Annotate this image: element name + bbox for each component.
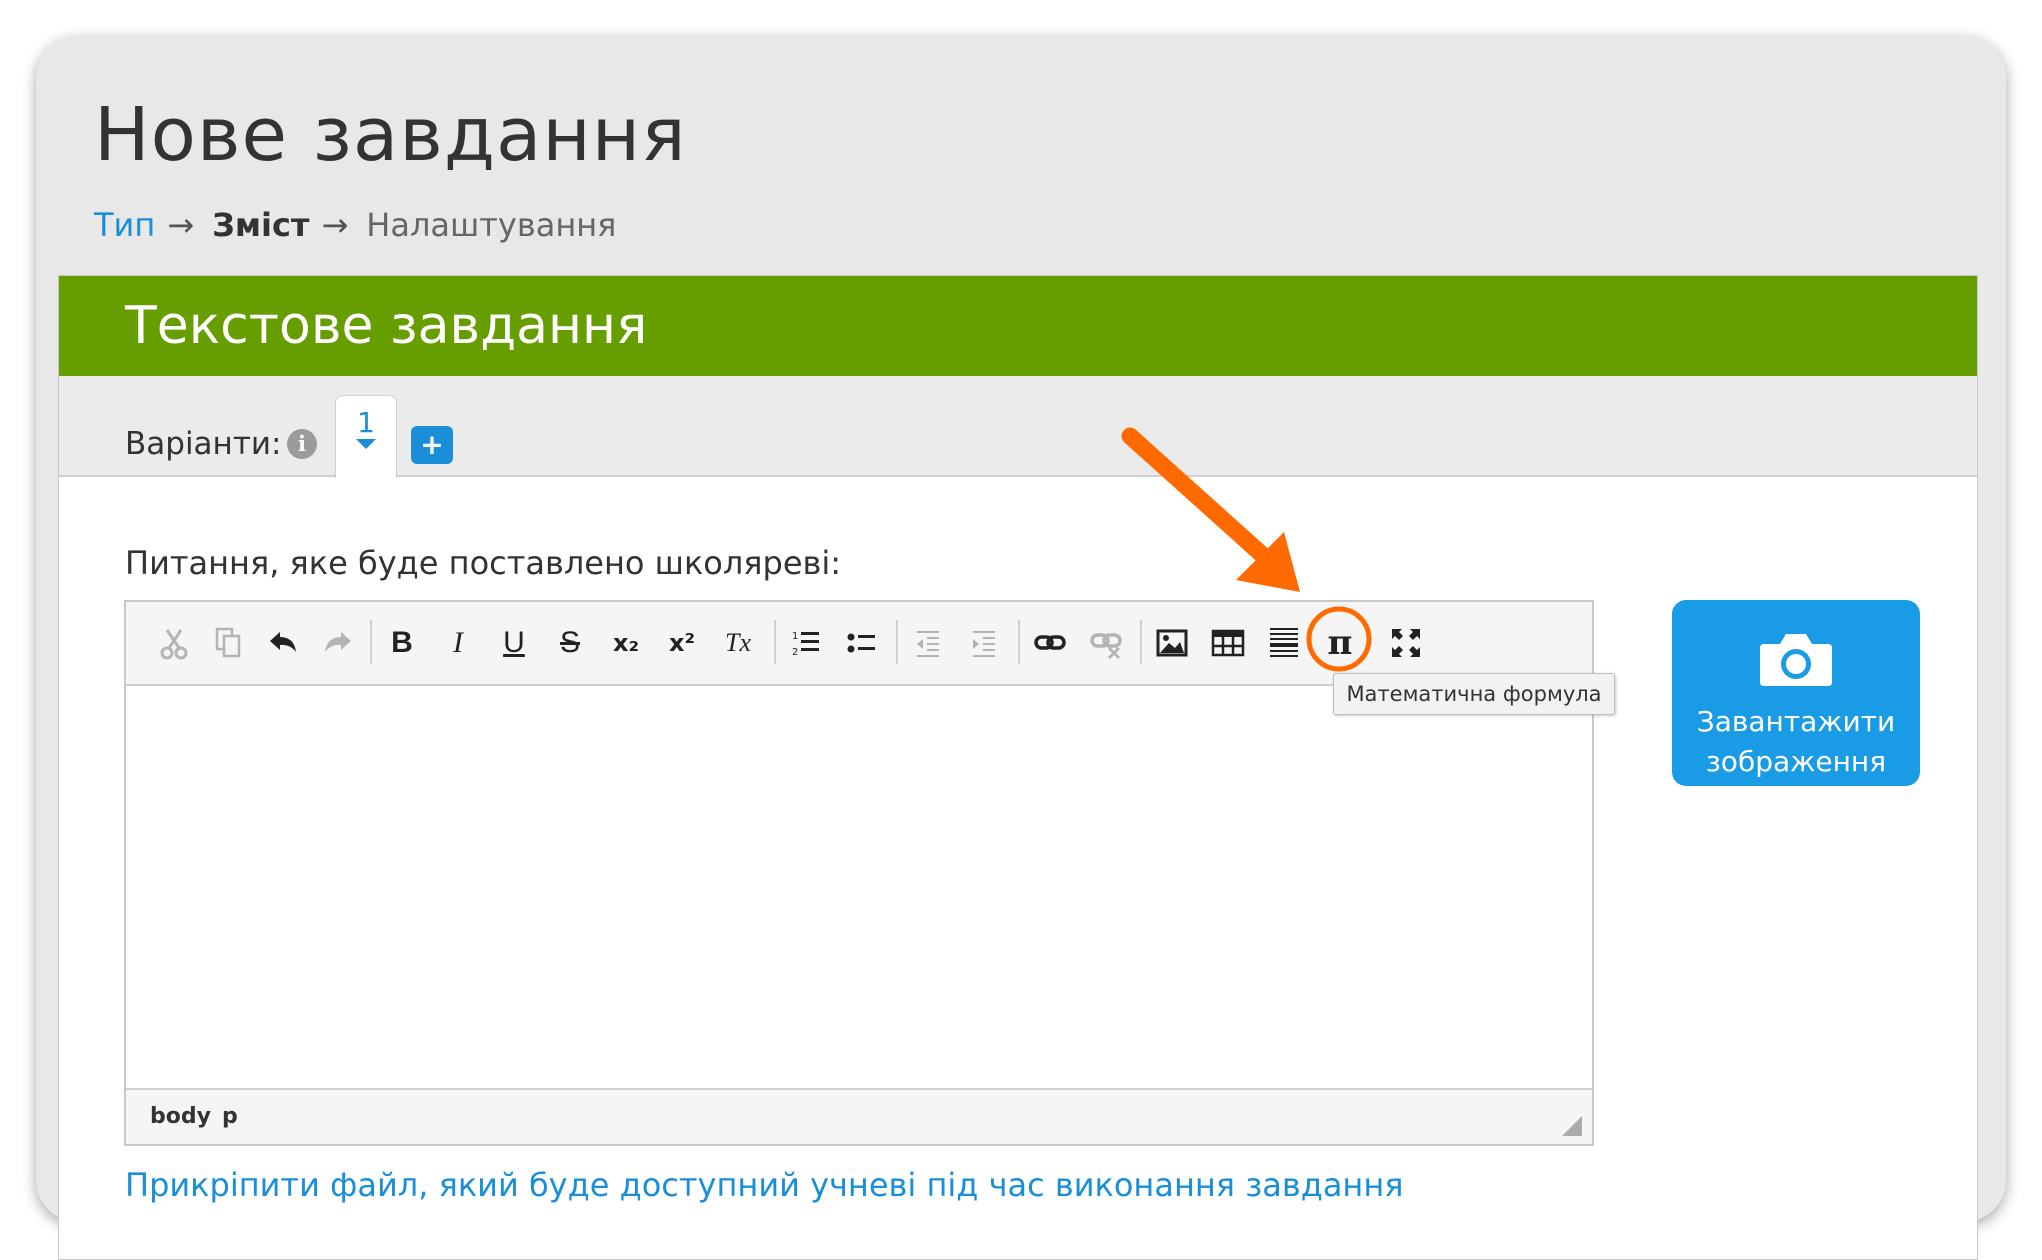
toolbar-divider [1140, 620, 1142, 664]
upload-label-line2: зображення [1705, 745, 1887, 778]
variant-tab-label: 1 [357, 406, 375, 439]
element-path-p[interactable]: p [222, 1104, 238, 1129]
breadcrumb: Тип → Зміст → Налаштування [94, 206, 616, 244]
copy-button[interactable] [208, 622, 248, 664]
variants-bar: Варіанти: i 1 + [59, 376, 1977, 478]
italic-button[interactable]: I [438, 622, 478, 664]
image-button[interactable] [1152, 622, 1192, 664]
horizontal-rule-icon [1270, 628, 1298, 657]
caret-down-icon [356, 439, 376, 449]
maximize-icon [1392, 629, 1420, 657]
breadcrumb-step-type[interactable]: Тип [94, 206, 155, 244]
link-button[interactable] [1030, 622, 1070, 664]
page-title: Нове завдання [94, 92, 687, 178]
subscript-button[interactable]: x₂ [606, 622, 646, 664]
table-button[interactable] [1208, 622, 1248, 664]
numbered-list-button[interactable]: 12 [786, 622, 826, 664]
toolbar-divider [370, 620, 372, 664]
copy-icon [215, 627, 241, 658]
editor-status-bar: body p [126, 1088, 1592, 1144]
bold-button[interactable]: B [382, 622, 422, 664]
breadcrumb-arrow: → [321, 206, 349, 244]
link-icon [1034, 635, 1066, 650]
image-icon [1156, 629, 1188, 657]
resize-grip-icon[interactable] [1562, 1116, 1582, 1136]
numbered-list-icon: 12 [792, 631, 819, 658]
camera-icon [1760, 634, 1832, 686]
variants-label: Варіанти: [125, 426, 282, 462]
strikethrough-button[interactable]: S [550, 622, 590, 664]
unlink-icon [1090, 633, 1122, 660]
math-formula-button[interactable]: π [1320, 622, 1360, 664]
breadcrumb-step-settings: Налаштування [366, 206, 617, 244]
undo-button[interactable] [263, 622, 303, 664]
attach-file-link[interactable]: Прикріпити файл, який буде доступний учн… [125, 1166, 1404, 1204]
upload-image-button[interactable]: Завантажити зображення [1672, 600, 1920, 786]
question-label: Питання, яке буде поставлено школяреві: [125, 544, 842, 582]
svg-text:1: 1 [792, 631, 798, 642]
outdent-button[interactable] [908, 622, 948, 664]
svg-text:2: 2 [792, 647, 798, 658]
editor-content-area[interactable] [126, 686, 1592, 1086]
undo-icon [270, 632, 296, 652]
info-icon[interactable]: i [287, 429, 317, 459]
indent-icon [973, 631, 995, 657]
remove-format-button[interactable]: Tx [718, 622, 758, 664]
scissors-icon [160, 629, 188, 660]
panel-title: Текстове завдання [125, 296, 648, 356]
toolbar-divider [774, 620, 776, 664]
element-path-body[interactable]: body [150, 1104, 211, 1129]
breadcrumb-arrow: → [167, 206, 195, 244]
cut-button[interactable] [154, 622, 194, 664]
breadcrumb-step-content: Зміст [212, 206, 310, 244]
unlink-button[interactable] [1086, 622, 1126, 664]
add-variant-button[interactable]: + [411, 426, 453, 464]
outdent-icon [917, 631, 939, 657]
indent-button[interactable] [964, 622, 1004, 664]
toolbar-divider [1018, 620, 1020, 664]
redo-button[interactable] [318, 622, 358, 664]
underline-button[interactable]: U [494, 622, 534, 664]
superscript-button[interactable]: x² [662, 622, 702, 664]
upload-label-line1: Завантажити [1696, 705, 1896, 738]
bulleted-list-icon [847, 633, 875, 653]
variant-tab-1[interactable]: 1 [335, 395, 397, 478]
math-formula-tooltip: Математична формула [1333, 673, 1615, 715]
redo-icon [325, 632, 351, 652]
panel-header: Текстове завдання [59, 276, 1977, 376]
maximize-button[interactable] [1386, 622, 1426, 664]
upload-label: Завантажити зображення [1672, 702, 1920, 782]
bulleted-list-button[interactable] [842, 622, 882, 664]
table-icon [1211, 629, 1245, 657]
toolbar-divider [896, 620, 898, 664]
horizontal-rule-button[interactable] [1264, 622, 1304, 664]
